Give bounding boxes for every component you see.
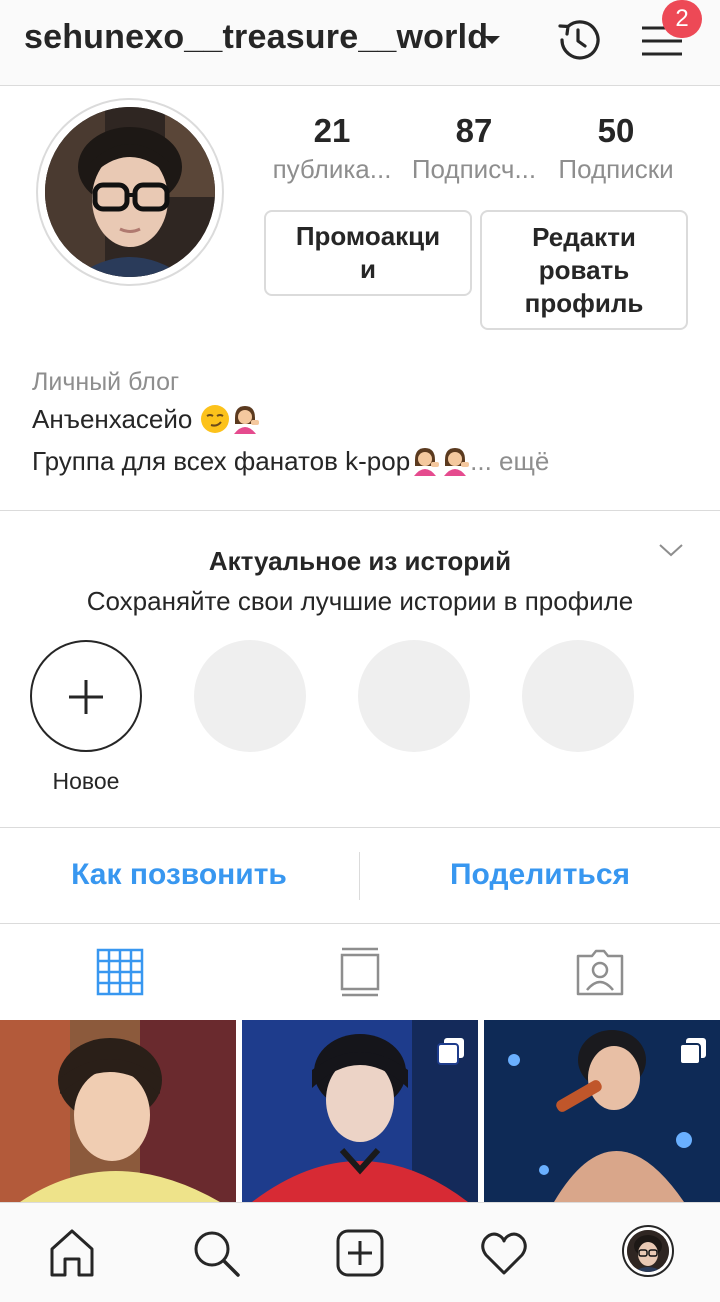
highlight-placeholder — [522, 640, 634, 752]
following-label: Подписки — [558, 154, 674, 184]
plus-icon — [69, 680, 103, 714]
post-thumbnail[interactable] — [242, 1020, 478, 1202]
history-icon[interactable] — [552, 14, 604, 66]
tagged-icon[interactable] — [574, 946, 626, 998]
profile-avatar[interactable] — [36, 98, 224, 286]
share-button[interactable]: Поделиться — [360, 858, 720, 892]
feed-icon[interactable] — [334, 946, 386, 998]
posts-count: 21 — [313, 112, 351, 149]
highlights-subtitle: Сохраняйте свои лучшие истории в профиле — [86, 586, 634, 616]
chevron-down-icon[interactable] — [484, 36, 500, 44]
bio-line-2: Группа для всех фанатов k-pop ... ещё — [32, 446, 549, 477]
new-highlight-button[interactable] — [30, 640, 142, 752]
bio-text-2: Группа для всех фанатов k-pop — [32, 446, 411, 476]
highlight-placeholder — [194, 640, 306, 752]
call-button[interactable]: Как позвонить — [0, 858, 358, 892]
posts-stat[interactable]: 21 публика... — [262, 112, 402, 185]
notification-badge: 2 — [662, 0, 702, 38]
search-icon[interactable] — [190, 1227, 242, 1279]
highlights-title: Актуальное из историй — [208, 546, 512, 576]
following-stat[interactable]: 50 Подписки — [546, 112, 686, 185]
new-highlight-label: Новое — [52, 768, 120, 794]
followers-stat[interactable]: 87 Подписч... — [404, 112, 544, 185]
post-thumbnail[interactable] — [0, 1020, 236, 1202]
multiple-photos-icon — [436, 1036, 466, 1066]
bio-category: Личный блог — [32, 368, 180, 396]
bio-text-1: Анъенхасейо — [32, 404, 193, 434]
followers-count: 87 — [455, 112, 493, 149]
avatar-photo — [45, 107, 215, 277]
home-icon[interactable] — [46, 1227, 98, 1279]
posts-label: публика... — [272, 154, 392, 184]
heart-icon[interactable] — [478, 1227, 530, 1279]
divider — [0, 827, 720, 828]
promotions-button[interactable]: Промоакци и — [264, 210, 472, 296]
edit-profile-button[interactable]: Редакти ровать профиль — [480, 210, 688, 330]
followers-label: Подписч... — [411, 154, 537, 184]
divider — [0, 923, 720, 924]
divider — [0, 510, 720, 511]
bio-more-link[interactable]: ... ещё — [470, 446, 549, 476]
profile-tab-avatar[interactable] — [622, 1225, 674, 1277]
add-post-icon[interactable] — [334, 1227, 386, 1279]
woman-tipping-hand-emoji-icon — [440, 446, 470, 476]
username-title[interactable]: sehunexo__treasure__world — [24, 18, 488, 57]
bio-line-1: Анъенхасейо — [32, 404, 260, 435]
avatar — [627, 1230, 669, 1272]
woman-tipping-hand-emoji-icon — [410, 446, 440, 476]
grid-icon[interactable] — [94, 946, 146, 998]
following-count: 50 — [597, 112, 635, 149]
multiple-photos-icon — [678, 1036, 708, 1066]
highlight-placeholder — [358, 640, 470, 752]
post-thumbnail[interactable] — [484, 1020, 720, 1202]
smirk-emoji-icon — [200, 404, 230, 434]
bottom-navigation — [0, 1202, 720, 1302]
chevron-down-icon[interactable] — [656, 536, 686, 566]
top-bar: sehunexo__treasure__world 2 — [0, 0, 720, 86]
woman-tipping-hand-emoji-icon — [230, 404, 260, 434]
